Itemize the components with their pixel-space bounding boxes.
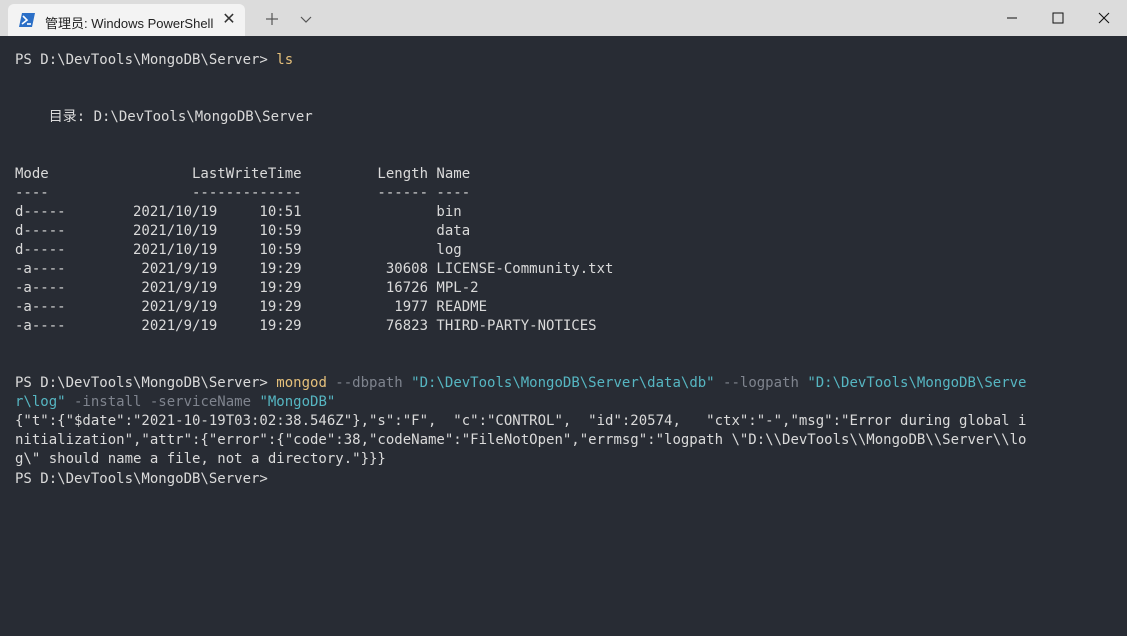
error-output-line: nitialization","attr":{"error":{"code":3…: [15, 432, 1027, 448]
prompt-line: PS D:\DevTools\MongoDB\Server> ls: [15, 51, 1112, 70]
minimize-button[interactable]: [989, 0, 1035, 36]
listing-rule: ---- ------------- ------ ----: [15, 185, 471, 201]
prompt-line: PS D:\DevTools\MongoDB\Server>: [15, 469, 1112, 488]
arg-service-name: "MongoDB": [259, 394, 336, 410]
listing-row: -a---- 2021/9/19 19:29 76823 THIRD-PARTY…: [15, 318, 597, 334]
param-install: -install -serviceName: [65, 394, 260, 410]
prompt: PS D:\DevTools\MongoDB\Server>: [15, 375, 277, 391]
param-dbpath: --dbpath: [326, 375, 412, 391]
command-ls: ls: [276, 52, 294, 68]
arg-logpath-wrap: r\log": [15, 394, 66, 410]
error-output-line: {"t":{"$date":"2021-10-19T03:02:38.546Z"…: [15, 413, 1027, 429]
error-output-line: g\" should name a file, not a directory.…: [15, 451, 386, 467]
tab-title: 管理员: Windows PowerShell: [45, 16, 214, 31]
close-window-button[interactable]: [1081, 0, 1127, 36]
listing-row: -a---- 2021/9/19 19:29 30608 LICENSE-Com…: [15, 261, 614, 277]
powershell-icon: [19, 13, 35, 27]
listing-header: Mode LastWriteTime Length Name: [15, 166, 471, 182]
param-logpath: --logpath: [714, 375, 808, 391]
terminal-output[interactable]: PS D:\DevTools\MongoDB\Server> ls 目录: D:…: [15, 51, 1112, 488]
prompt: PS D:\DevTools\MongoDB\Server>: [15, 471, 277, 487]
title-bar: 管理员: Windows PowerShell ✕: [0, 0, 1127, 36]
listing-row: -a---- 2021/9/19 19:29 1977 README: [15, 299, 488, 315]
arg-logpath: "D:\DevTools\MongoDB\Serve: [807, 375, 1027, 391]
maximize-button[interactable]: [1035, 0, 1081, 36]
listing-row: d----- 2021/10/19 10:59 log: [15, 242, 462, 258]
text-cursor: [276, 469, 285, 486]
prompt: PS D:\DevTools\MongoDB\Server>: [15, 52, 277, 68]
command-mongod: mongod: [276, 375, 327, 391]
listing-row: d----- 2021/10/19 10:59 data: [15, 223, 471, 239]
prompt-line: PS D:\DevTools\MongoDB\Server> mongod --…: [15, 374, 1112, 393]
chevron-down-icon[interactable]: [295, 8, 317, 30]
listing-row: -a---- 2021/9/19 19:29 16726 MPL-2: [15, 280, 479, 296]
arg-dbpath: "D:\DevTools\MongoDB\Server\data\db": [411, 375, 715, 391]
prompt-line-wrap: r\log" -install -serviceName "MongoDB": [15, 393, 1112, 412]
new-tab-icon[interactable]: [261, 8, 283, 30]
directory-label: 目录: D:\DevTools\MongoDB\Server: [15, 109, 313, 125]
listing-row: d----- 2021/10/19 10:51 bin: [15, 204, 462, 220]
close-tab-icon[interactable]: ✕: [220, 11, 238, 29]
tab-powershell[interactable]: 管理员: Windows PowerShell ✕: [8, 4, 245, 36]
